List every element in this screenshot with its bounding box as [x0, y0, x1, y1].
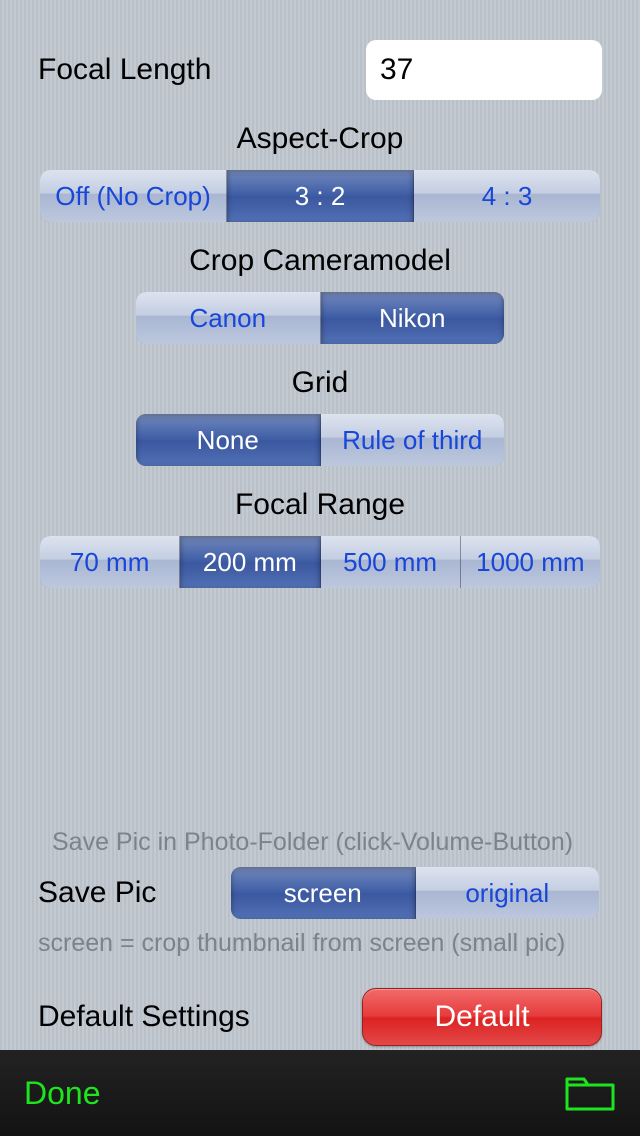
grid-option[interactable]: Rule of third — [321, 414, 505, 466]
save-hint-top: Save Pic in Photo-Folder (click-Volume-B… — [38, 828, 602, 857]
focal-range-segmented: 70 mm200 mm500 mm1000 mm — [40, 536, 600, 588]
grid-segmented: NoneRule of third — [136, 414, 504, 466]
save-pic-option[interactable]: original — [416, 867, 600, 919]
save-hint-bottom: screen = crop thumbnail from screen (sma… — [38, 929, 602, 958]
focal-range-title: Focal Range — [38, 488, 602, 522]
camera-model-option[interactable]: Canon — [136, 292, 321, 344]
focal-range-option[interactable]: 1000 mm — [461, 536, 600, 588]
camera-model-option[interactable]: Nikon — [321, 292, 505, 344]
aspect-crop-title: Aspect-Crop — [38, 122, 602, 156]
grid-option[interactable]: None — [136, 414, 321, 466]
focal-length-label: Focal Length — [38, 53, 366, 87]
focal-range-option[interactable]: 200 mm — [180, 536, 320, 588]
aspect-crop-option[interactable]: 4 : 3 — [414, 170, 600, 222]
grid-title: Grid — [38, 366, 602, 400]
focal-range-option[interactable]: 500 mm — [321, 536, 461, 588]
aspect-crop-option[interactable]: 3 : 2 — [227, 170, 414, 222]
save-pic-option[interactable]: screen — [231, 867, 416, 919]
aspect-crop-option[interactable]: Off (No Crop) — [40, 170, 227, 222]
default-settings-label: Default Settings — [38, 1000, 362, 1034]
focal-range-option[interactable]: 70 mm — [40, 536, 180, 588]
camera-model-title: Crop Cameramodel — [38, 244, 602, 278]
folder-icon[interactable] — [564, 1073, 616, 1113]
camera-model-segmented: CanonNikon — [136, 292, 504, 344]
done-button[interactable]: Done — [24, 1075, 101, 1112]
save-pic-segmented: screenoriginal — [231, 867, 599, 919]
save-pic-label: Save Pic — [38, 876, 228, 910]
bottom-toolbar: Done — [0, 1050, 640, 1136]
focal-length-input[interactable] — [366, 40, 602, 100]
default-button[interactable]: Default — [362, 988, 602, 1046]
aspect-crop-segmented: Off (No Crop)3 : 24 : 3 — [40, 170, 600, 222]
